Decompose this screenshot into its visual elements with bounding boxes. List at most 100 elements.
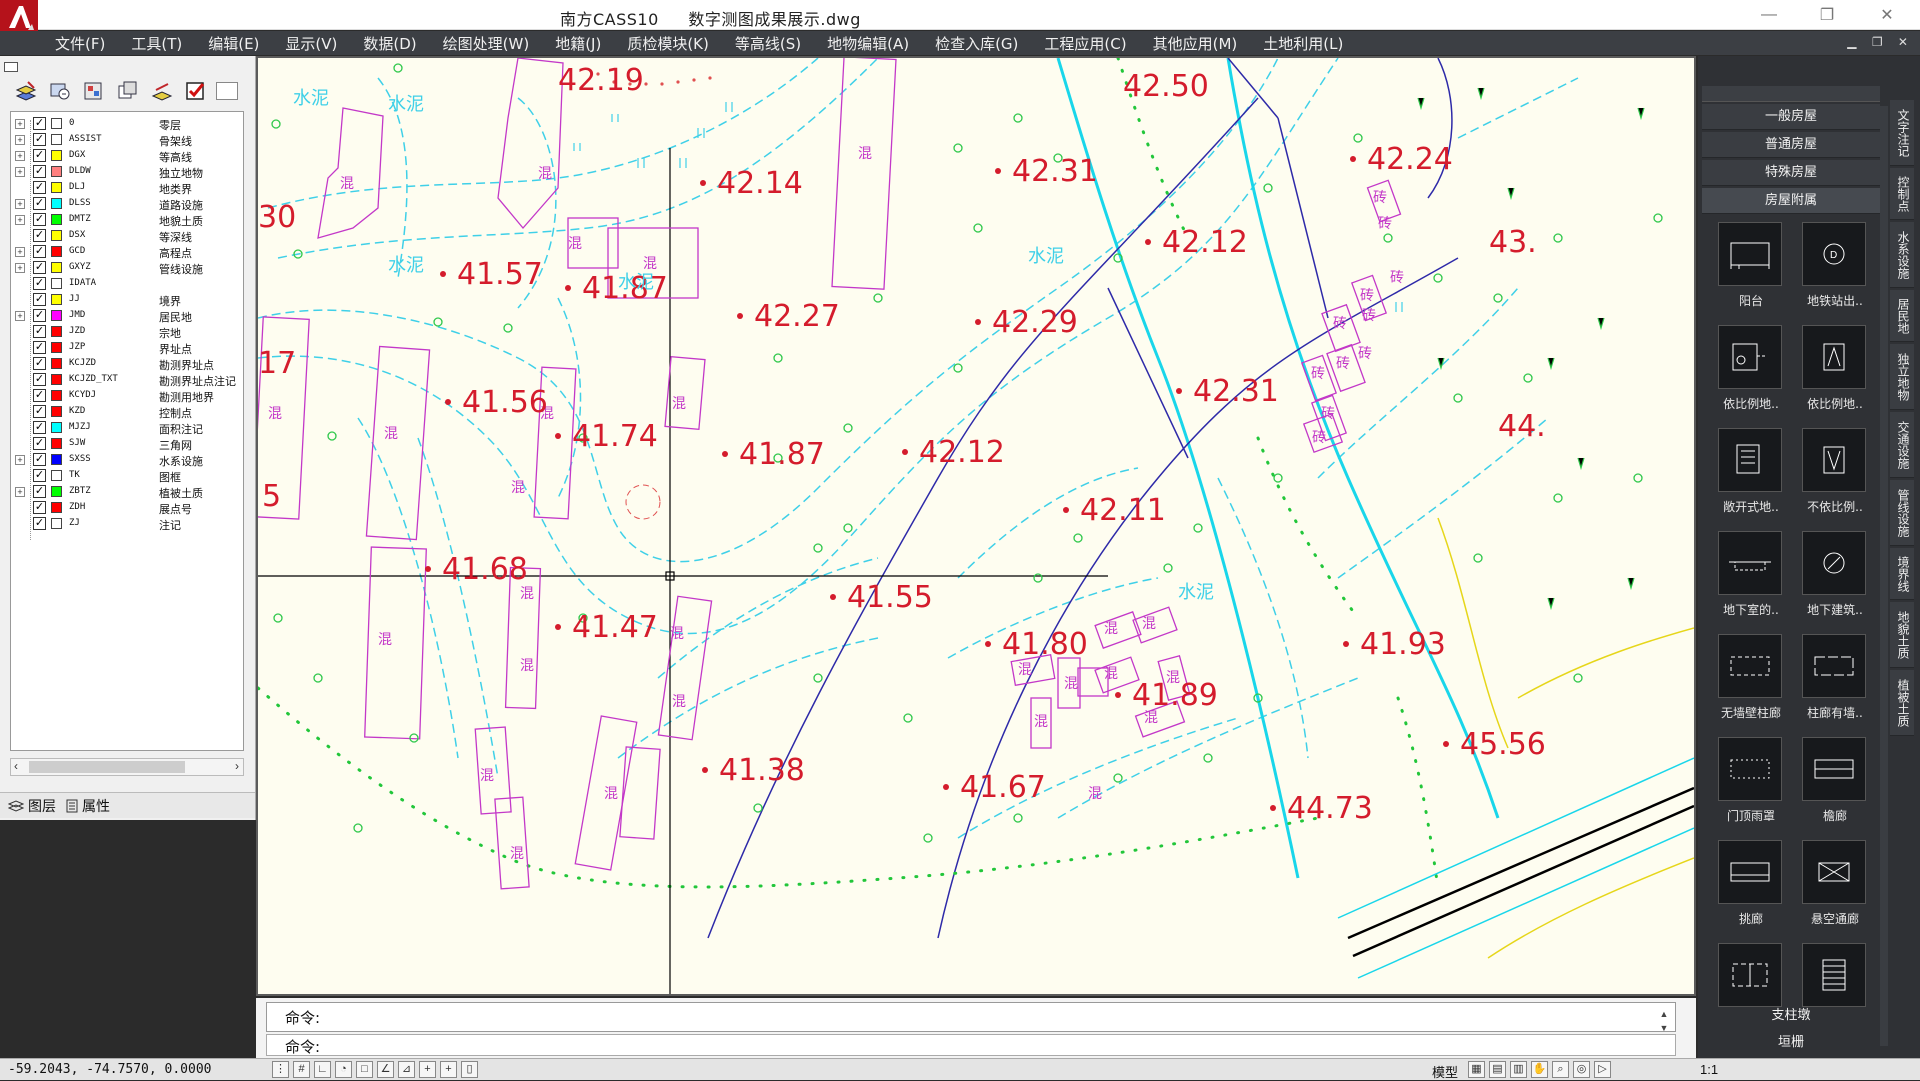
quick-props-icon[interactable]: ▯ <box>461 1061 478 1078</box>
category-house-attachment[interactable]: 房屋附属 <box>1702 188 1880 214</box>
category-ordinary-house[interactable]: 普通房屋 <box>1702 132 1880 158</box>
expand-icon[interactable]: + <box>15 199 25 209</box>
layer-color-swatch[interactable] <box>51 326 62 337</box>
layer-color-swatch[interactable] <box>51 374 62 385</box>
symbol-basement[interactable]: 地下室的.. <box>1716 531 1786 631</box>
layer-visible-checkbox[interactable]: ✓ <box>33 421 46 434</box>
menu-data[interactable]: 数据(D) <box>363 33 416 54</box>
layer-visible-checkbox[interactable]: ✓ <box>33 469 46 482</box>
layer-manager-icon[interactable] <box>12 79 40 103</box>
layer-row[interactable]: + ✓ ASSIST 骨架线 <box>11 132 243 148</box>
lineweight-icon[interactable]: + <box>440 1061 457 1078</box>
category-special-house[interactable]: 特殊房屋 <box>1702 160 1880 186</box>
layer-visible-checkbox[interactable]: ✓ <box>33 165 46 178</box>
menu-tools[interactable]: 工具(T) <box>131 33 182 54</box>
app-logo[interactable] <box>0 0 38 34</box>
symbol-fence[interactable] <box>1800 943 1870 1043</box>
symbol-colonnade-wall[interactable]: 柱廊有墙.. <box>1800 634 1870 734</box>
layer-color-swatch[interactable] <box>51 278 62 289</box>
layer-visible-checkbox[interactable]: ✓ <box>33 197 46 210</box>
side-tab-residential[interactable]: 居民地 <box>1890 290 1914 342</box>
category-pillar-pier[interactable]: 支柱墩 <box>1702 1004 1880 1023</box>
symbol-subway-exit[interactable]: D 地铁站出.. <box>1800 222 1870 322</box>
layer-visible-checkbox[interactable]: ✓ <box>33 261 46 274</box>
layer-visible-checkbox[interactable]: ✓ <box>33 341 46 354</box>
layer-visible-checkbox[interactable]: ✓ <box>33 309 46 322</box>
layer-visible-checkbox[interactable]: ✓ <box>33 453 46 466</box>
dynamic-input-icon[interactable]: + <box>419 1061 436 1078</box>
expand-icon[interactable]: + <box>15 119 25 129</box>
zoom-icon[interactable]: ⌕ <box>1552 1061 1569 1078</box>
symbol-eaves-corridor[interactable]: 檐廊 <box>1800 737 1870 837</box>
menu-edit[interactable]: 编辑(E) <box>208 33 259 54</box>
side-tab-water[interactable]: 水系设施 <box>1890 222 1914 288</box>
scrollbar-thumb[interactable] <box>29 761 185 773</box>
map-drawing[interactable]: 混混混 混混混 混混混 混混混 混混混 混混混 混混混 混混混 混混混 砖砖砖 … <box>258 58 1694 994</box>
menu-view[interactable]: 显示(V) <box>285 33 337 54</box>
symbol-door-canopy[interactable]: 门顶雨罩 <box>1716 737 1786 837</box>
layer-visible-checkbox[interactable]: ✓ <box>33 245 46 258</box>
layer-row[interactable]: ✓ TK 图框 <box>11 468 243 484</box>
layer-row[interactable]: ✓ ZJ 注记 <box>11 516 243 532</box>
scroll-right-icon[interactable]: › <box>235 759 239 773</box>
layer-color-swatch[interactable] <box>51 198 62 209</box>
layer-visible-checkbox[interactable]: ✓ <box>33 117 46 130</box>
side-tab-traffic[interactable]: 交通设施 <box>1890 412 1914 478</box>
layer-list-scrollbar[interactable]: ‹ › <box>10 758 244 776</box>
polar-icon[interactable]: ◔ <box>335 1061 352 1078</box>
menu-drawing[interactable]: 绘图处理(W) <box>443 33 530 54</box>
menu-file[interactable]: 文件(F) <box>55 33 105 54</box>
layer-match-icon[interactable] <box>148 79 176 103</box>
layer-visible-checkbox[interactable]: ✓ <box>33 277 46 290</box>
layer-color-swatch[interactable] <box>51 438 62 449</box>
layer-row[interactable]: ✓ MJZJ 面积注记 <box>11 420 243 436</box>
layer-visible-checkbox[interactable]: ✓ <box>33 325 46 338</box>
symbol-open-underground[interactable]: 敞开式地.. <box>1716 428 1786 528</box>
layer-row[interactable]: ✓ JZP 界址点 <box>11 340 243 356</box>
command-scroll-icon[interactable]: ▲ ▼ <box>1657 1007 1671 1037</box>
layer-color-swatch[interactable] <box>51 406 62 417</box>
expand-icon[interactable]: + <box>15 151 25 161</box>
expand-icon[interactable]: + <box>15 167 25 177</box>
layer-color-swatch[interactable] <box>51 390 62 401</box>
expand-icon[interactable]: + <box>15 455 25 465</box>
layer-visible-checkbox[interactable]: ✓ <box>33 149 46 162</box>
layer-color-swatch[interactable] <box>51 246 62 257</box>
layer-visible-checkbox[interactable]: ✓ <box>33 485 46 498</box>
layer-row[interactable]: + ✓ ZBTZ 植被土质 <box>11 484 243 500</box>
side-tab-vegetation[interactable]: 植被土质 <box>1890 670 1914 736</box>
layer-visible-checkbox[interactable]: ✓ <box>33 213 46 226</box>
showmotion-icon[interactable]: ▷ <box>1594 1061 1611 1078</box>
side-tab-pipeline[interactable]: 管线设施 <box>1890 480 1914 546</box>
menu-check-import[interactable]: 检查入库(G) <box>935 33 1018 54</box>
menu-other[interactable]: 其他应用(M) <box>1153 33 1238 54</box>
expand-icon[interactable]: + <box>15 247 25 257</box>
layer-state-icon[interactable] <box>46 79 74 103</box>
layer-row[interactable]: ✓ KCJZD_TXT 勘测界址点注记 <box>11 372 243 388</box>
layer-check-icon[interactable] <box>182 79 210 103</box>
symbol-unscaled-entrance[interactable]: 不依比例.. <box>1800 428 1870 528</box>
layer-visible-checkbox[interactable]: ✓ <box>33 357 46 370</box>
layer-row[interactable]: ✓ JJ 境界 <box>11 292 243 308</box>
symbol-balcony[interactable]: 阳台 <box>1716 222 1786 322</box>
layer-color-swatch[interactable] <box>51 214 62 225</box>
layer-visible-checkbox[interactable]: ✓ <box>33 501 46 514</box>
side-tab-text-annotation[interactable]: 文字注记 <box>1890 100 1914 166</box>
panel-grip-icon[interactable] <box>4 62 18 72</box>
layer-row[interactable]: + ✓ DLSS 道路设施 <box>11 196 243 212</box>
layer-color-swatch[interactable] <box>51 150 62 161</box>
command-input[interactable]: 命令: <box>266 1034 1676 1056</box>
menu-qc[interactable]: 质检模块(K) <box>627 33 709 54</box>
layer-row[interactable]: + ✓ GXYZ 管线设施 <box>11 260 243 276</box>
grid-icon[interactable]: # <box>293 1061 310 1078</box>
side-tab-independent[interactable]: 独立地物 <box>1890 344 1914 410</box>
layer-color-swatch[interactable] <box>51 262 62 273</box>
layer-color-swatch[interactable] <box>51 118 62 129</box>
layer-row[interactable]: ✓ KCYDJ 勘测用地界 <box>11 388 243 404</box>
layer-row[interactable]: + ✓ GCD 高程点 <box>11 244 243 260</box>
layer-visible-checkbox[interactable]: ✓ <box>33 133 46 146</box>
side-tab-control-point[interactable]: 控制点 <box>1890 168 1914 220</box>
symbol-colonnade-no-wall[interactable]: 无墙壁柱廊 <box>1716 634 1786 734</box>
layer-row[interactable]: + ✓ SXSS 水系设施 <box>11 452 243 468</box>
layer-row[interactable]: ✓ KZD 控制点 <box>11 404 243 420</box>
